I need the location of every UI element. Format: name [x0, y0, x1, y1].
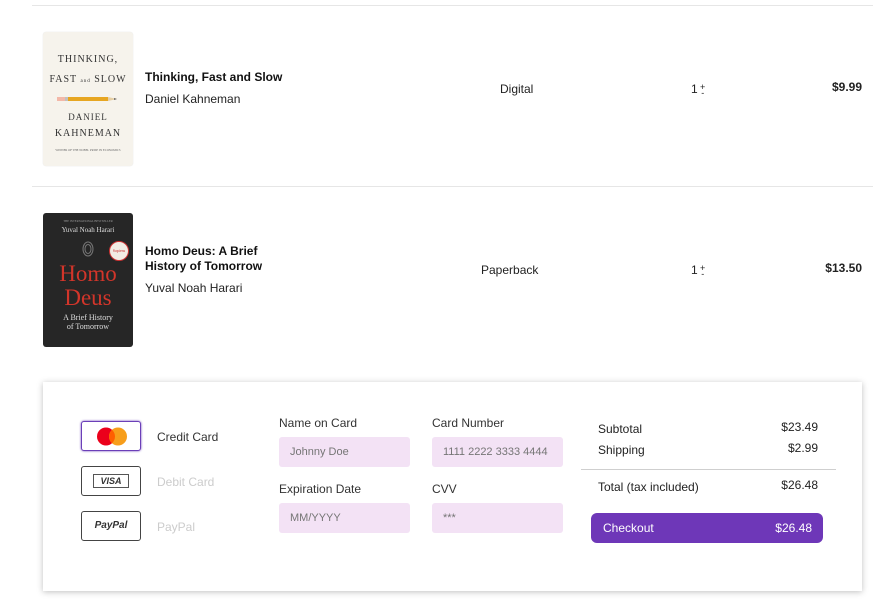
cart-item: THINKING, FAST and SLOW DANIEL KAHNEMAN …: [32, 6, 873, 186]
credit-card-button[interactable]: [81, 421, 141, 451]
checkout-label: Checkout: [603, 521, 654, 535]
quantity-control: 1 + -: [691, 263, 707, 279]
decrement-icon[interactable]: -: [701, 88, 704, 98]
cover-author-line: KAHNEMAN: [54, 128, 122, 139]
summary-divider: [581, 469, 836, 470]
card-number-label: Card Number: [432, 416, 505, 430]
book-title: Thinking, Fast and Slow: [145, 70, 283, 84]
cover-author-line: Yuval Noah Harari: [61, 226, 115, 234]
subtotal-label: Subtotal: [598, 422, 643, 436]
cover-title-line: FAST and SLOW: [49, 74, 127, 85]
name-on-card-label: Name on Card: [279, 416, 358, 430]
total-label: Total (tax included): [598, 480, 699, 494]
cover-subtitle: of Tomorrow: [66, 322, 110, 331]
payment-method-label[interactable]: Credit Card: [157, 430, 218, 444]
quantity-stepper[interactable]: + -: [699, 82, 707, 98]
book-format: Paperback: [481, 263, 539, 277]
book-cover-image: THINKING, FAST and SLOW DANIEL KAHNEMAN …: [43, 32, 133, 166]
cvv-input[interactable]: [432, 503, 563, 533]
item-price: $13.50: [825, 261, 862, 275]
card-number-input[interactable]: [432, 437, 563, 467]
mastercard-icon: [97, 427, 127, 446]
checkout-amount: $26.48: [775, 521, 812, 535]
decrement-icon[interactable]: -: [701, 269, 704, 279]
cover-author-line: DANIEL: [68, 112, 108, 122]
cover-title-word: Homo: [59, 261, 117, 286]
subtotal-value: $23.49: [781, 420, 818, 434]
name-on-card-input[interactable]: [279, 437, 410, 467]
expiration-date-label: Expiration Date: [279, 482, 362, 496]
badge-text: Sapiens: [112, 248, 126, 253]
book-format: Digital: [500, 82, 534, 96]
cover-title-word: Deus: [64, 285, 112, 310]
paypal-icon: PayPal: [94, 520, 128, 531]
checkout-button[interactable]: Checkout $26.48: [591, 513, 823, 543]
cvv-label: CVV: [432, 482, 457, 496]
fingerprint-icon: [82, 241, 94, 257]
expiration-date-input[interactable]: [279, 503, 410, 533]
shipping-value: $2.99: [787, 441, 818, 455]
total-value: $26.48: [781, 478, 818, 492]
cover-title-line: THINKING,: [57, 54, 119, 65]
quantity-value: 1: [691, 82, 698, 96]
quantity-control: 1 + -: [691, 82, 707, 98]
quantity-value: 1: [691, 263, 698, 277]
paypal-button[interactable]: PayPal: [81, 511, 141, 541]
book-author: Yuval Noah Harari: [145, 281, 243, 295]
shipping-label: Shipping: [598, 443, 645, 457]
book-author: Daniel Kahneman: [145, 92, 241, 106]
item-price: $9.99: [831, 80, 862, 94]
book-cover-image: THE INTERNATIONAL BESTSELLER Yuval Noah …: [43, 213, 133, 347]
payment-method-label[interactable]: Debit Card: [157, 475, 214, 489]
sapiens-badge: Sapiens: [109, 241, 129, 261]
debit-card-button[interactable]: VISA: [81, 466, 141, 496]
cover-tagline: WINNER OF THE NOBEL PRIZE IN ECONOMICS: [55, 148, 121, 152]
pencil-icon: [57, 97, 117, 101]
payment-method-label[interactable]: PayPal: [157, 520, 195, 534]
cart-item: THE INTERNATIONAL BESTSELLER Yuval Noah …: [32, 187, 873, 367]
cover-subtitle: A Brief History: [63, 313, 113, 322]
visa-icon: VISA: [93, 474, 129, 488]
book-title: Homo Deus: A Brief History of Tomorrow: [145, 244, 263, 273]
checkout-panel: Credit Card VISA Debit Card PayPal PayPa…: [43, 382, 862, 591]
cover-top-line: THE INTERNATIONAL BESTSELLER: [63, 219, 113, 223]
quantity-stepper[interactable]: + -: [699, 263, 707, 279]
